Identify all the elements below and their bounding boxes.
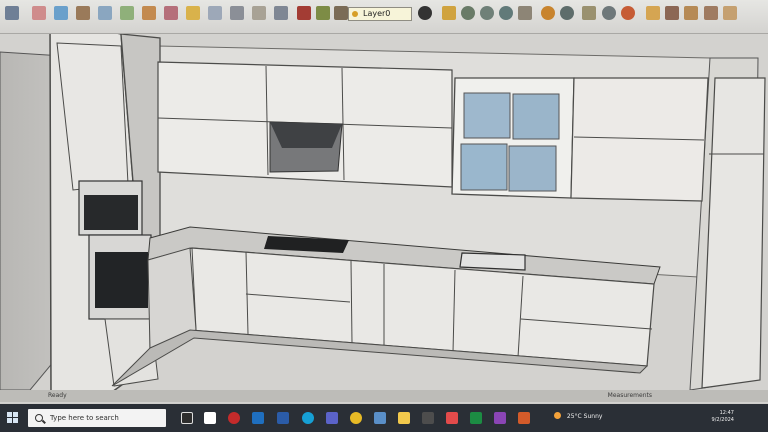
- solid-tools-icon[interactable]: [621, 6, 635, 20]
- component-icon[interactable]: [442, 6, 456, 20]
- plugin-icon[interactable]: [582, 6, 596, 20]
- store-icon[interactable]: [446, 412, 458, 424]
- windows-logo-icon: [13, 418, 18, 423]
- weather-widget[interactable]: 25°C Sunny: [554, 412, 602, 420]
- window-pane-bottom-right: [508, 145, 557, 192]
- cooker-hood-front: [270, 122, 342, 148]
- onenote-icon[interactable]: [494, 412, 506, 424]
- taskbar-search-input[interactable]: Type here to search: [28, 409, 166, 427]
- fog-icon[interactable]: [480, 6, 494, 20]
- weather-description: Sunny: [583, 413, 603, 420]
- chrome-icon[interactable]: [350, 412, 362, 424]
- line-tool-icon[interactable]: [76, 6, 90, 20]
- settings-icon[interactable]: [646, 6, 660, 20]
- measurements-box[interactable]: Measurements: [608, 392, 652, 399]
- sink: [459, 252, 526, 271]
- folder-icon[interactable]: [398, 412, 410, 424]
- eraser-tool-icon[interactable]: [32, 6, 46, 20]
- status-text: Ready: [48, 392, 67, 399]
- clock-time: 12:47: [719, 410, 734, 416]
- lower-oven-window: [95, 252, 148, 308]
- text-tool-icon[interactable]: [274, 6, 288, 20]
- warehouse-icon[interactable]: [560, 6, 574, 20]
- outlook-icon[interactable]: [252, 412, 264, 424]
- opera-icon[interactable]: [228, 412, 240, 424]
- sketchup-toolbar: Layer0: [0, 0, 768, 34]
- windows-logo-icon: [13, 412, 18, 417]
- status-bar: Ready Measurements: [0, 390, 768, 402]
- kitchen-model-drawing: [0, 34, 768, 403]
- offset-tool-icon[interactable]: [208, 6, 222, 20]
- upper-oven-window: [84, 195, 138, 230]
- search-placeholder: Type here to search: [50, 414, 119, 422]
- teams-icon[interactable]: [326, 412, 338, 424]
- axes-tool-icon[interactable]: [297, 6, 311, 20]
- sketchup-icon[interactable]: [374, 412, 386, 424]
- sun-icon: [554, 412, 561, 419]
- position-camera-icon[interactable]: [723, 6, 737, 20]
- start-button[interactable]: [7, 412, 19, 424]
- walk-icon[interactable]: [684, 6, 698, 20]
- clock-date: 9/2/2024: [711, 417, 734, 423]
- pan-tool-icon[interactable]: [334, 6, 348, 20]
- model-viewport[interactable]: [0, 34, 768, 403]
- layer-dropdown[interactable]: Layer0: [348, 7, 412, 21]
- file-icon[interactable]: [204, 412, 216, 424]
- taskbar-clock[interactable]: 12:47 9/2/2024: [712, 410, 734, 424]
- layer-color-icon: [352, 11, 358, 17]
- select-tool-icon[interactable]: [5, 6, 19, 20]
- powerpoint-icon[interactable]: [518, 412, 530, 424]
- move-tool-icon[interactable]: [142, 6, 156, 20]
- circle-tool-icon[interactable]: [120, 6, 134, 20]
- rectangle-tool-icon[interactable]: [98, 6, 112, 20]
- scale-tool-icon[interactable]: [186, 6, 200, 20]
- excel-icon[interactable]: [470, 412, 482, 424]
- shadow-icon[interactable]: [461, 6, 475, 20]
- window-pane-top-right: [512, 93, 560, 140]
- zoom-tool-icon[interactable]: [418, 6, 432, 20]
- dimension-icon[interactable]: [252, 6, 266, 20]
- window-pane-bottom-left: [460, 143, 508, 191]
- rotate-tool-icon[interactable]: [164, 6, 178, 20]
- camera-icon[interactable]: [665, 6, 679, 20]
- paint-bucket-icon[interactable]: [54, 6, 68, 20]
- windows-logo-icon: [7, 412, 12, 417]
- edge-icon[interactable]: [302, 412, 314, 424]
- tape-measure-icon[interactable]: [230, 6, 244, 20]
- task-view-icon[interactable]: [181, 412, 193, 424]
- style-icon[interactable]: [499, 6, 513, 20]
- sandbox-icon[interactable]: [602, 6, 616, 20]
- layer-label: Layer0: [363, 9, 391, 18]
- windows-taskbar: Type here to search 25°C Sunny 12:47 9/2…: [0, 404, 768, 432]
- windows-logo-icon: [7, 418, 12, 423]
- app-icon[interactable]: [422, 412, 434, 424]
- section-plane-icon[interactable]: [518, 6, 532, 20]
- window-pane-top-left: [463, 92, 511, 139]
- sketchup-window: Layer0 Ready Measurements Type here to s…: [0, 0, 768, 432]
- word-icon[interactable]: [277, 412, 289, 424]
- look-around-icon[interactable]: [704, 6, 718, 20]
- weather-temperature: 25°C: [566, 413, 582, 420]
- extension-icon[interactable]: [541, 6, 555, 20]
- search-icon: [35, 414, 43, 422]
- orbit-tool-icon[interactable]: [316, 6, 330, 20]
